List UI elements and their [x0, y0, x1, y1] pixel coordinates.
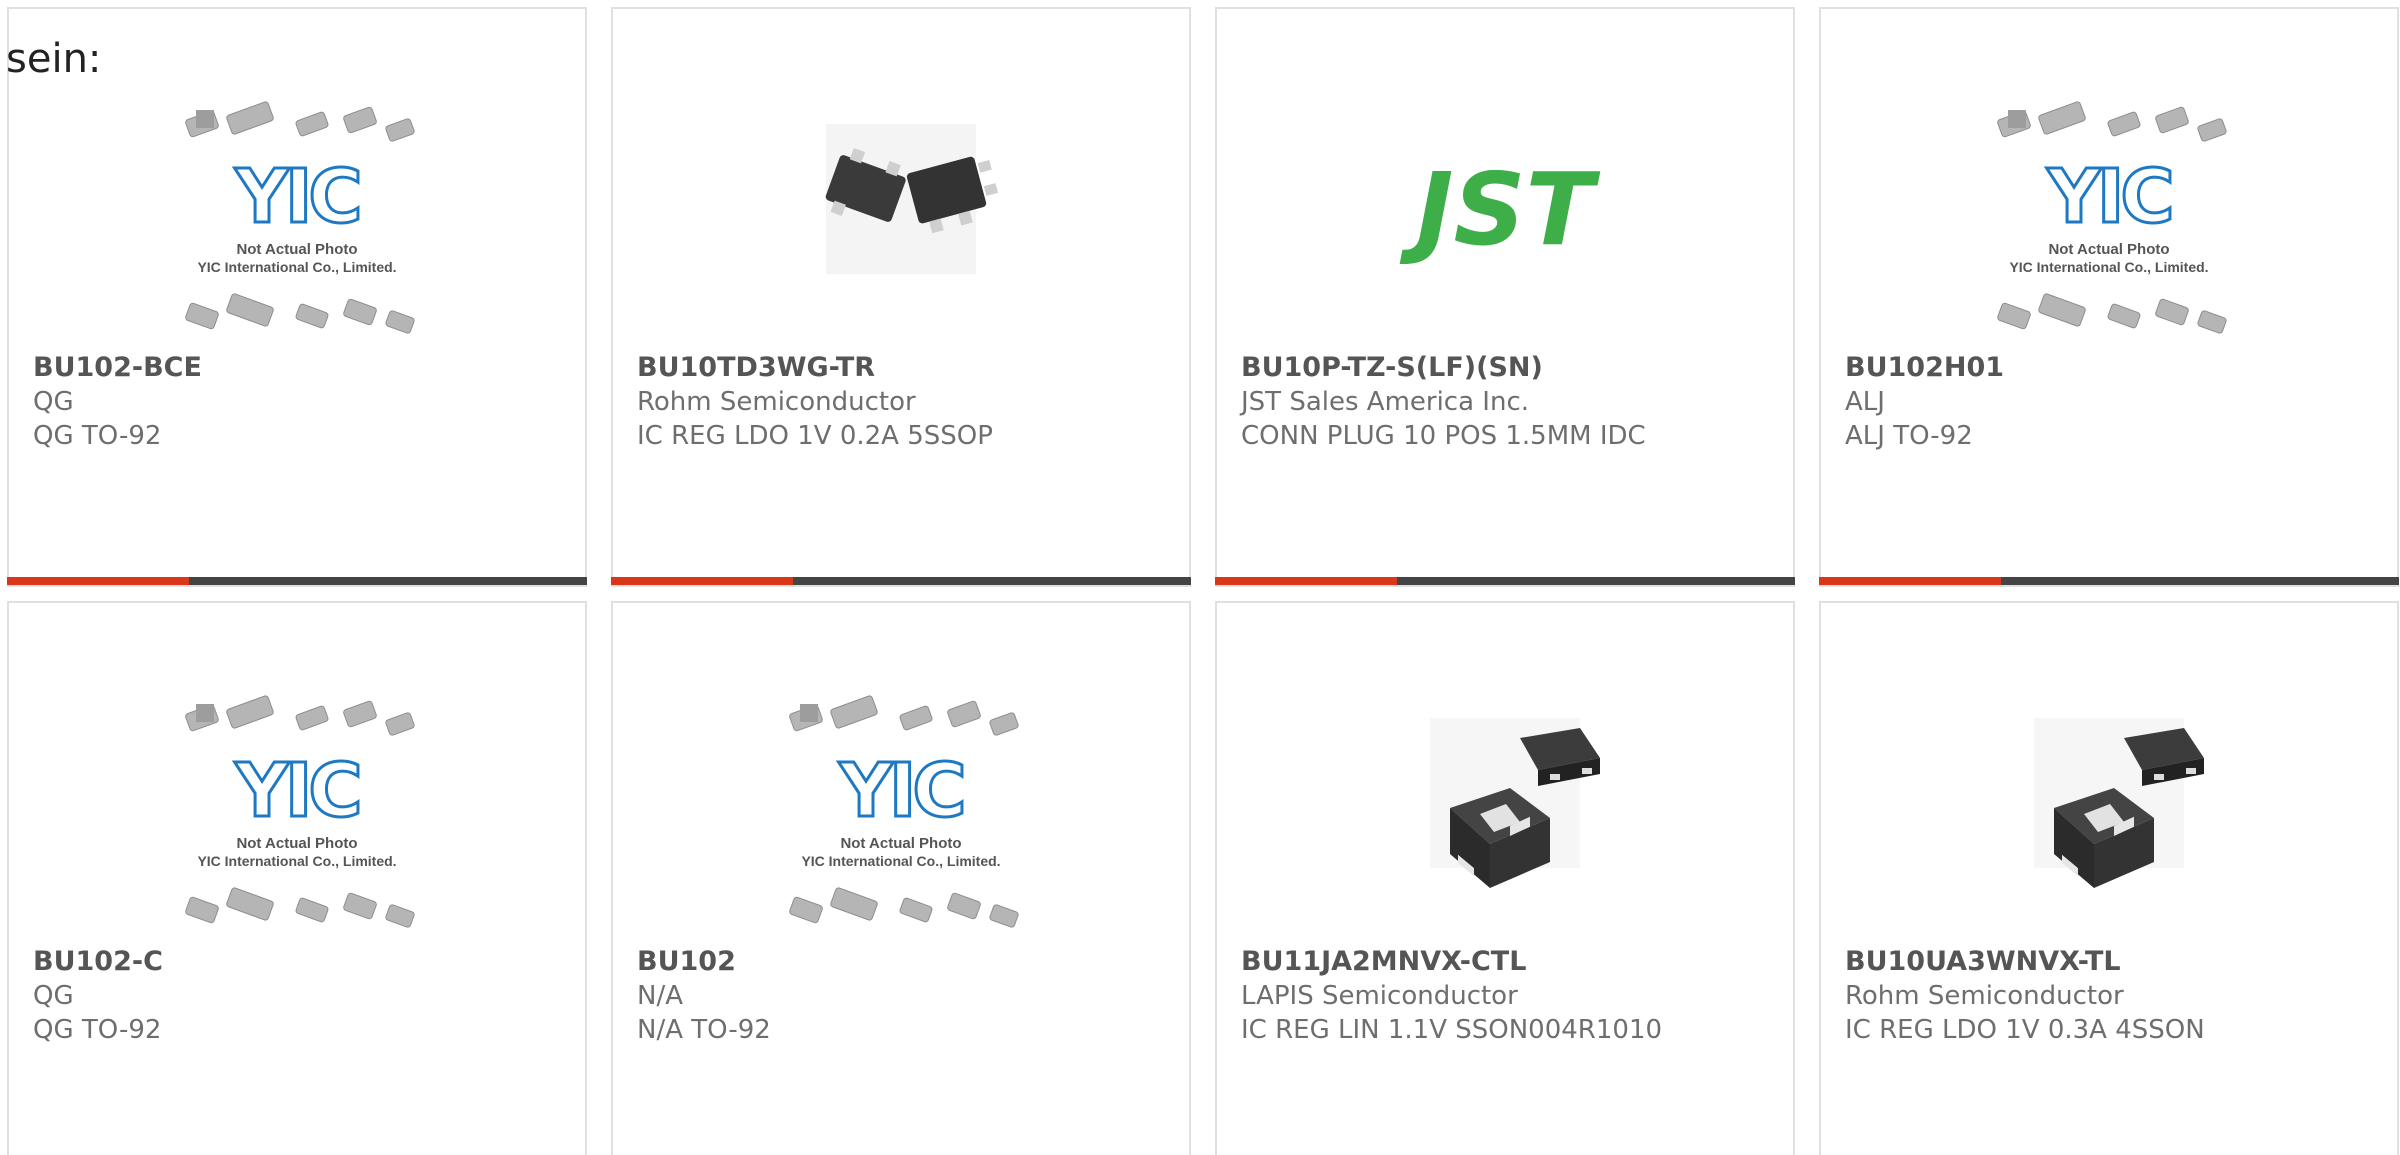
- product-image: YIC Not Actual Photo YIC International C…: [766, 688, 1036, 938]
- product-card[interactable]: YIC Not Actual Photo YIC International C…: [7, 7, 587, 587]
- product-card[interactable]: YIC Not Actual Photo YIC International C…: [611, 601, 1191, 1155]
- card-accent-bar: [611, 577, 793, 585]
- placeholder-line-1: Not Actual Photo: [236, 835, 357, 852]
- product-image: YIC Not Actual Photo YIC International C…: [1974, 94, 2244, 344]
- description: CONN PLUG 10 POS 1.5MM IDC: [1241, 421, 1646, 451]
- part-number[interactable]: BU10UA3WNVX-TL: [1845, 945, 2381, 979]
- manufacturer: QG: [33, 981, 74, 1011]
- product-grid-page: sein: YIC Not Actual Photo YIC Internati…: [0, 0, 2400, 1155]
- manufacturer: JST Sales America Inc.: [1241, 387, 1530, 417]
- product-image: [1974, 688, 2244, 938]
- description: ALJ TO-92: [1845, 421, 1973, 451]
- card-bottom-bar: [7, 577, 587, 585]
- intro-text: sein:: [6, 36, 102, 82]
- manufacturer: ALJ: [1845, 387, 1885, 417]
- product-image: YIC Not Actual Photo YIC International C…: [162, 94, 432, 344]
- part-number[interactable]: BU10P-TZ-S(LF)(SN): [1241, 351, 1777, 385]
- placeholder-line-1: Not Actual Photo: [236, 241, 357, 258]
- card-bottom-bar: [1819, 577, 2399, 585]
- placeholder-line-2: YIC International Co., Limited.: [197, 259, 396, 275]
- card-bottom-bar: [611, 577, 1191, 585]
- manufacturer: Rohm Semiconductor: [637, 387, 916, 417]
- part-number[interactable]: BU11JA2MNVX-CTL: [1241, 945, 1777, 979]
- product-card[interactable]: JST BU10P-TZ-S(LF)(SN) JST Sales America…: [1215, 7, 1795, 587]
- part-number[interactable]: BU102-BCE: [33, 351, 569, 385]
- description: QG TO-92: [33, 1015, 162, 1045]
- description: IC REG LIN 1.1V SSON004R1010: [1241, 1015, 1663, 1045]
- part-number[interactable]: BU102-C: [33, 945, 569, 979]
- description: N/A TO-92: [637, 1015, 771, 1045]
- placeholder-line-2: YIC International Co., Limited.: [2009, 259, 2208, 275]
- manufacturer: Rohm Semiconductor: [1845, 981, 2124, 1011]
- manufacturer: LAPIS Semiconductor: [1241, 981, 1518, 1011]
- part-number[interactable]: BU102: [637, 945, 1173, 979]
- placeholder-line-1: Not Actual Photo: [2048, 241, 2169, 258]
- product-card[interactable]: BU10UA3WNVX-TL Rohm Semiconductor IC REG…: [1819, 601, 2399, 1155]
- manufacturer: N/A: [637, 981, 683, 1011]
- product-image: [766, 94, 1036, 344]
- product-image: YIC Not Actual Photo YIC International C…: [162, 688, 432, 938]
- description: IC REG LDO 1V 0.3A 4SSON: [1845, 1015, 2205, 1045]
- card-accent-bar: [1819, 577, 2001, 585]
- description: IC REG LDO 1V 0.2A 5SSOP: [637, 421, 993, 451]
- svg-text:YIC: YIC: [2046, 154, 2170, 240]
- part-number[interactable]: BU10TD3WG-TR: [637, 351, 1173, 385]
- card-bottom-bar: [1215, 577, 1795, 585]
- placeholder-line-1: Not Actual Photo: [840, 835, 961, 852]
- part-number[interactable]: BU102H01: [1845, 351, 2381, 385]
- manufacturer: QG: [33, 387, 74, 417]
- svg-text:YIC: YIC: [234, 154, 358, 240]
- svg-text:YIC: YIC: [234, 748, 358, 834]
- product-grid: YIC Not Actual Photo YIC International C…: [7, 7, 2399, 1155]
- product-card[interactable]: BU11JA2MNVX-CTL LAPIS Semiconductor IC R…: [1215, 601, 1795, 1155]
- product-image: JST: [1370, 94, 1640, 344]
- product-card[interactable]: BU10TD3WG-TR Rohm Semiconductor IC REG L…: [611, 7, 1191, 587]
- placeholder-line-2: YIC International Co., Limited.: [197, 853, 396, 869]
- description: QG TO-92: [33, 421, 162, 451]
- svg-text:YIC: YIC: [838, 748, 962, 834]
- placeholder-line-2: YIC International Co., Limited.: [801, 853, 1000, 869]
- product-card[interactable]: YIC Not Actual Photo YIC International C…: [1819, 7, 2399, 587]
- jst-logo-text: JST: [1399, 151, 1600, 268]
- product-image: [1370, 688, 1640, 938]
- card-accent-bar: [1215, 577, 1397, 585]
- product-card[interactable]: YIC Not Actual Photo YIC International C…: [7, 601, 587, 1155]
- card-accent-bar: [7, 577, 189, 585]
